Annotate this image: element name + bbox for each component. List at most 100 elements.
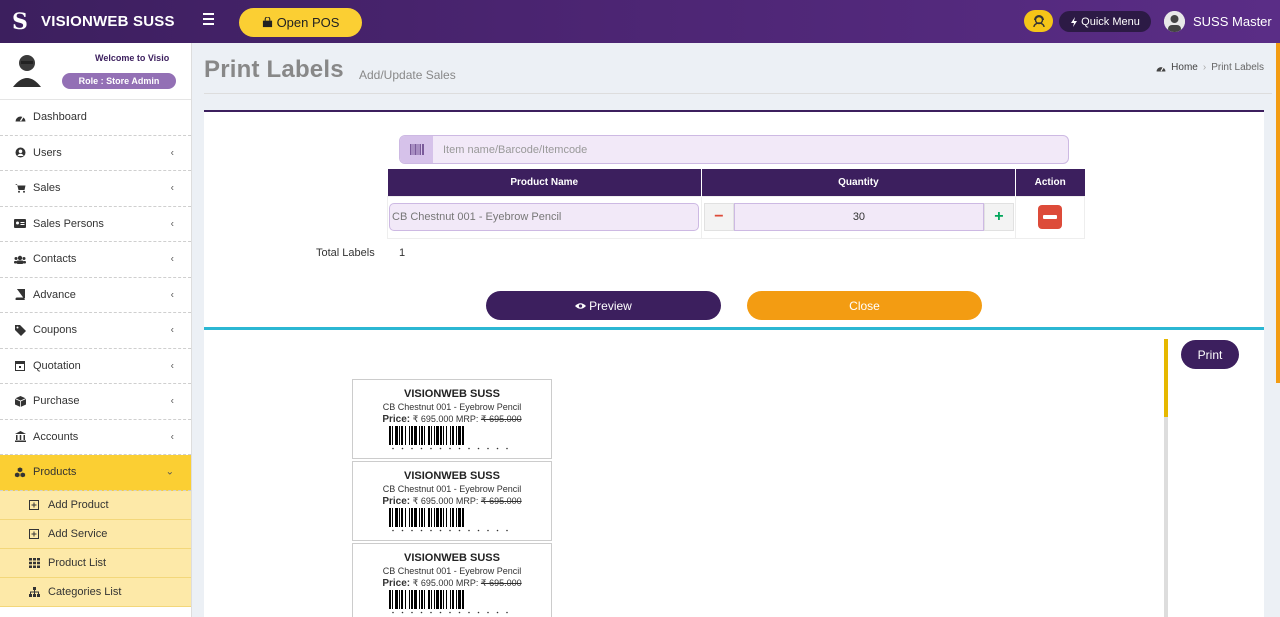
sidebar-item-label: Advance [33,288,76,301]
label-product-name: CB Chestnut 001 - Eyebrow Pencil [382,566,522,576]
chevron-down-icon: ⌄ [165,466,174,478]
breadcrumb: Home › Print Labels [1156,62,1264,73]
user-icon [14,147,26,159]
sidebar-subitem-categories-list[interactable]: Categories List [0,577,191,607]
sidebar-subitem-label: Add Product [48,498,109,511]
label-price: ₹ 695.000 [412,578,454,588]
sidebar-subitem-product-list[interactable]: Product List [0,548,191,578]
sidebar-item-purchase[interactable]: Purchase ‹ [0,384,191,420]
action-cell [1014,195,1086,239]
sidebar-item-quotation[interactable]: Quotation ‹ [0,349,191,384]
label-store-name: VISIONWEB SUSS [404,552,500,564]
close-button[interactable]: Close [747,291,982,320]
total-labels-label: Total Labels [316,247,375,259]
sidebar-item-sales[interactable]: Sales ‹ [0,171,191,207]
brand-logo-icon: S [12,8,28,35]
remove-row-button[interactable] [1037,205,1062,229]
user-name: SUSS Master [1193,14,1272,29]
user-menu[interactable]: SUSS Master [1164,10,1272,33]
welcome-text: Welcome to Visio [95,53,170,63]
header-divider [204,93,1272,94]
quantity-input[interactable]: 30 [733,203,984,231]
sidebar-item-label: Users [33,146,62,159]
label-price-line: Price: ₹ 695.000 MRP: ₹ 695.000 [353,414,551,425]
open-pos-button[interactable]: Open POS [239,8,362,37]
chevron-left-icon: ‹ [170,324,174,336]
chevron-left-icon: ‹ [170,147,174,159]
label-store-name: VISIONWEB SUSS [404,388,500,400]
label-mrp-caption: MRP: [455,496,479,506]
quick-menu-button[interactable]: Quick Menu [1059,11,1151,32]
label-price-caption: Price: [382,414,411,425]
id-card-icon [14,218,26,230]
tag-icon [14,324,26,336]
label-price-line: Price: ₹ 695.000 MRP: ₹ 695.000 [353,578,551,589]
label-price: ₹ 695.000 [412,496,454,506]
sidebar-subitem-label: Product List [48,556,107,569]
top-navbar: S VISIONWEB SUSS Open POS Quick Menu SUS… [0,0,1280,43]
product-name-field[interactable]: CB Chestnut 001 - Eyebrow Pencil [389,203,699,231]
sidebar-item-users[interactable]: Users ‹ [0,136,191,171]
sidebar-subitem-label: Categories List [48,585,122,598]
preview-label: Preview [589,298,632,313]
grid-icon [28,557,40,569]
print-button[interactable]: Print [1181,340,1239,369]
product-name-cell: CB Chestnut 001 - Eyebrow Pencil [387,195,702,239]
sidebar-item-label: Quotation [33,359,81,372]
label-card: VISIONWEB SUSS CB Chestnut 001 - Eyebrow… [352,379,552,459]
label-mrp-caption: MRP: [455,578,479,588]
preview-button[interactable]: Preview [486,291,721,320]
chevron-left-icon: ‹ [170,289,174,301]
cube-icon [14,395,26,407]
column-header-product-name: Product Name [387,169,702,196]
table-row: CB Chestnut 001 - Eyebrow Pencil − 30 + [387,195,1086,239]
sidebar-item-products[interactable]: Products ⌄ [0,455,191,491]
plus-square-icon [28,528,40,540]
sitemap-icon [28,586,40,598]
button-row [204,281,1264,327]
support-agent-button[interactable] [1024,10,1053,32]
breadcrumb-separator: › [1202,62,1207,73]
sidebar-item-label: Products [33,466,77,479]
sidebar-item-label: Coupons [33,324,78,337]
search-input[interactable] [433,136,1068,163]
sidebar-subitem-add-service[interactable]: Add Service [0,519,191,549]
sidebar-item-sales-persons[interactable]: Sales Persons ‹ [0,207,191,242]
page-scrollbar[interactable] [1276,43,1280,383]
sidebar-item-advance[interactable]: Advance ‹ [0,278,191,313]
decrement-button[interactable]: − [703,203,734,231]
label-mrp: ₹ 695.000 [480,414,522,424]
items-table: Product Name Quantity Action CB Chestnut… [387,169,1086,239]
column-header-action: Action [1015,169,1085,196]
sidebar-item-coupons[interactable]: Coupons ‹ [0,313,191,349]
chevron-left-icon: ‹ [170,218,174,230]
chevron-left-icon: ‹ [170,431,174,443]
user-panel: Welcome to Visio Role : Store Admin [0,43,191,100]
sidebar-item-contacts[interactable]: Contacts ‹ [0,242,191,278]
sidebar-item-accounts[interactable]: Accounts ‹ [0,420,191,455]
chevron-left-icon: ‹ [170,182,174,194]
sidebar-avatar [11,51,43,87]
label-mrp: ₹ 695.000 [480,496,522,506]
open-pos-label: Open POS [276,15,340,30]
cart-icon [14,182,26,194]
scrollbar-thumb[interactable] [1164,339,1168,417]
label-card: VISIONWEB SUSS CB Chestnut 001 - Eyebrow… [352,543,552,617]
dashboard-icon [14,111,26,123]
increment-button[interactable]: + [983,203,1014,231]
total-labels-value: 1 [399,247,406,259]
sidebar-item-dashboard[interactable]: Dashboard [0,100,191,136]
sidebar-item-label: Contacts [33,253,77,266]
dashboard-icon [1156,66,1166,72]
brand[interactable]: S VISIONWEB SUSS [0,0,192,43]
label-store-name: VISIONWEB SUSS [404,470,500,482]
quick-menu-label: Quick Menu [1081,15,1140,28]
sidebar-subitem-add-product[interactable]: Add Product [0,490,191,520]
breadcrumb-home-link[interactable]: Home [1171,62,1198,73]
preview-scrollbar[interactable] [1164,339,1168,617]
column-header-quantity: Quantity [701,169,1016,196]
breadcrumb-current: Print Labels [1211,62,1264,73]
sidebar-item-label: Dashboard [33,111,87,124]
hamburger-menu-icon[interactable] [203,13,215,25]
label-price-caption: Price: [382,496,411,507]
